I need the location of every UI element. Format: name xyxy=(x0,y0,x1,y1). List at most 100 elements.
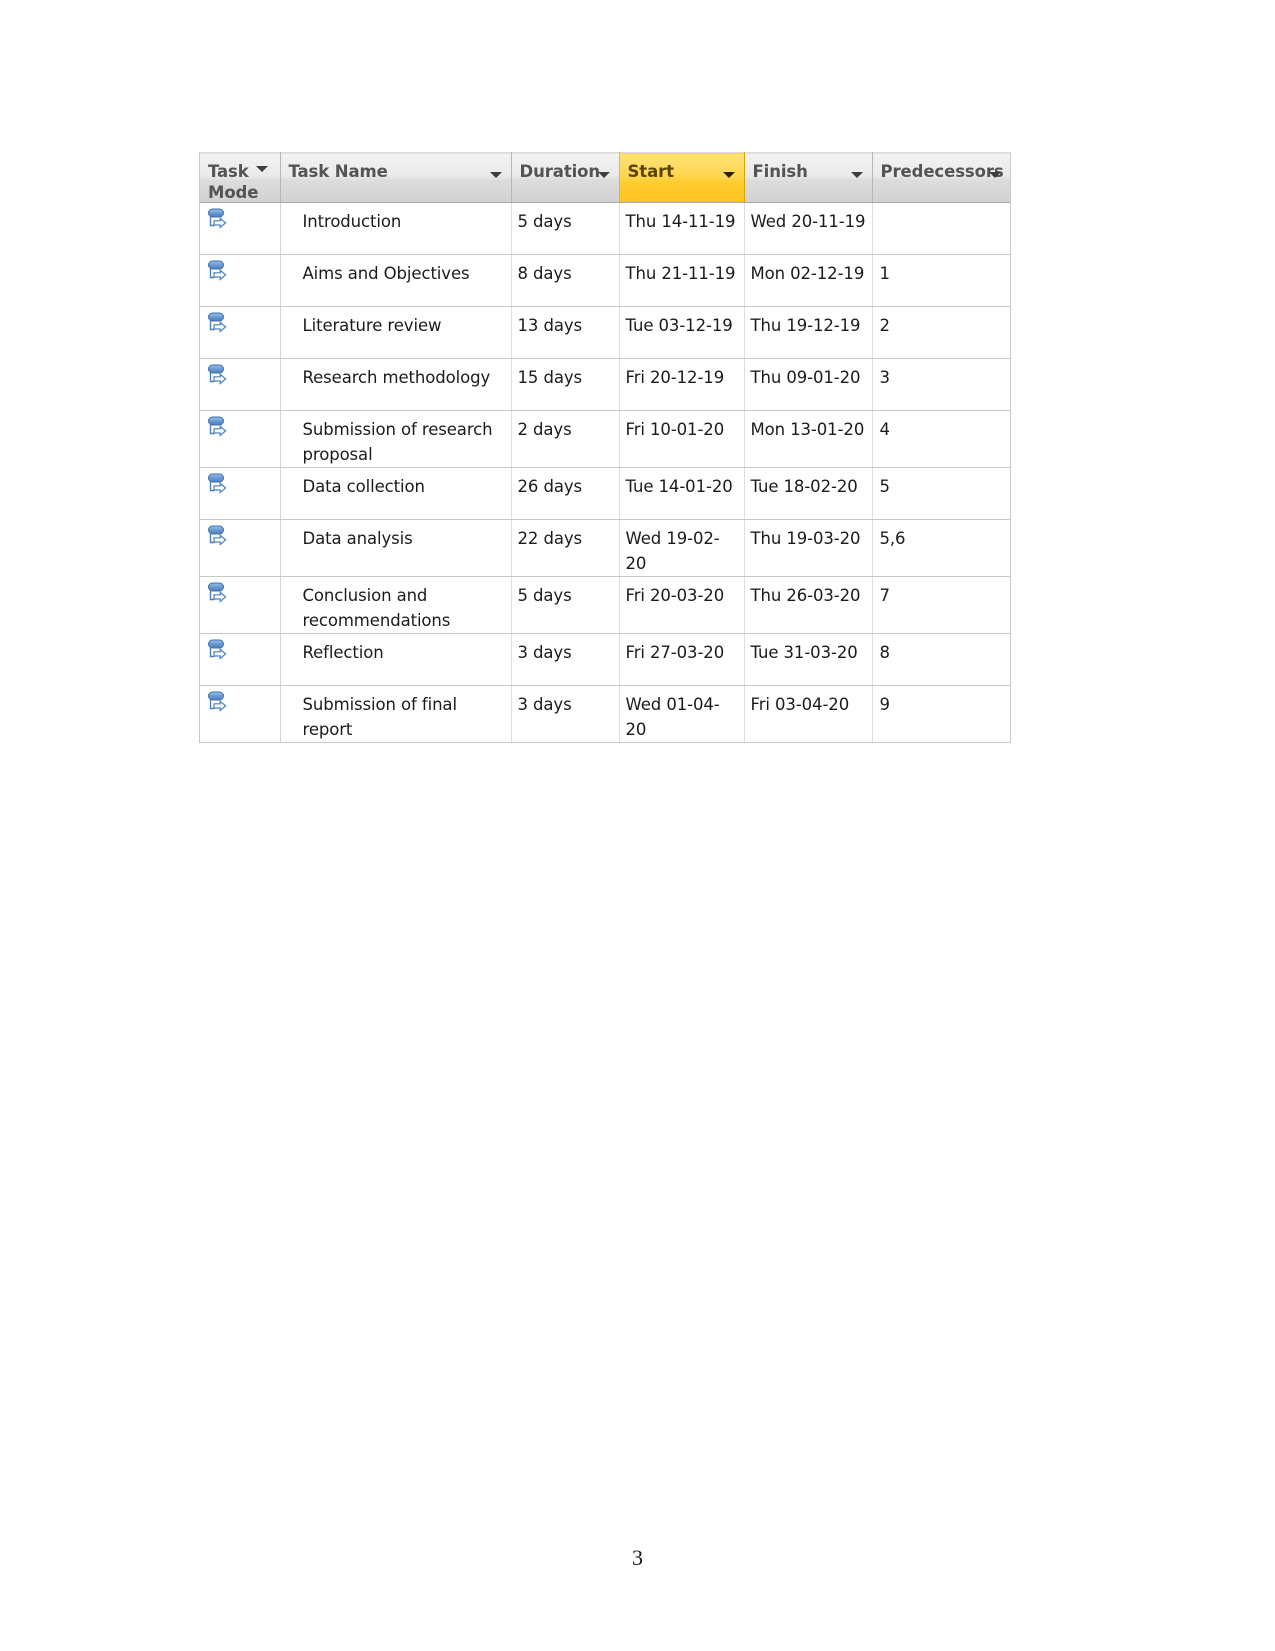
cell-finish[interactable]: Mon 13-01-20 xyxy=(744,410,873,468)
cell-task-mode[interactable] xyxy=(200,202,281,255)
table-row[interactable]: Research methodology 15 days Fri 20-12-19 T… xyxy=(200,358,1010,411)
cell-duration[interactable]: 26 days xyxy=(511,467,620,520)
table-row[interactable]: Introduction 5 days Thu 14-11-19 Wed 20-11-… xyxy=(200,202,1010,255)
column-header-start[interactable]: Start xyxy=(618,152,745,203)
task-name-text: Conclusion and recommendations xyxy=(302,586,451,630)
project-task-grid[interactable]: Task Mode Task Name Duration Start Finis… xyxy=(199,152,1011,743)
cell-predecessors[interactable]: 1 xyxy=(872,254,1010,307)
cell-task-name[interactable]: Introduction xyxy=(280,202,512,255)
cell-task-mode[interactable] xyxy=(200,633,281,686)
manually-scheduled-task-icon[interactable] xyxy=(207,525,231,551)
cell-finish[interactable]: Wed 20-11-19 xyxy=(744,202,873,255)
cell-start[interactable]: Fri 10-01-20 xyxy=(619,410,745,468)
manually-scheduled-task-icon[interactable] xyxy=(207,364,231,390)
column-header-duration[interactable]: Duration xyxy=(511,152,620,203)
cell-duration[interactable]: 2 days xyxy=(511,410,620,468)
cell-start[interactable]: Thu 14-11-19 xyxy=(619,202,745,255)
manually-scheduled-task-icon[interactable] xyxy=(207,260,231,286)
cell-predecessors[interactable]: 8 xyxy=(872,633,1010,686)
cell-task-mode[interactable] xyxy=(200,519,281,577)
chevron-down-icon[interactable] xyxy=(597,172,610,178)
cell-task-name[interactable]: Conclusion and recommendations xyxy=(280,576,512,634)
table-row[interactable]: Submission of research proposal 2 days Fri… xyxy=(200,410,1010,468)
manually-scheduled-task-icon[interactable] xyxy=(207,582,231,608)
cell-start[interactable]: Fri 27-03-20 xyxy=(619,633,745,686)
cell-predecessors[interactable]: 4 xyxy=(872,410,1010,468)
cell-predecessors[interactable]: 3 xyxy=(872,358,1010,411)
manually-scheduled-task-icon[interactable] xyxy=(207,473,231,499)
cell-duration[interactable]: 22 days xyxy=(511,519,620,577)
task-table: Task Mode Task Name Duration Start Finis… xyxy=(200,152,1010,743)
cell-predecessors[interactable]: 9 xyxy=(872,685,1010,743)
cell-duration[interactable]: 3 days xyxy=(511,685,620,743)
cell-start[interactable]: Fri 20-12-19 xyxy=(619,358,745,411)
manually-scheduled-task-icon[interactable] xyxy=(207,312,231,338)
cell-finish[interactable]: Thu 26-03-20 xyxy=(744,576,873,634)
cell-task-name[interactable]: Research methodology xyxy=(280,358,512,411)
cell-finish[interactable]: Tue 18-02-20 xyxy=(744,467,873,520)
table-row[interactable]: Literature review 13 days Tue 03-12-19 Thu … xyxy=(200,306,1010,359)
manually-scheduled-task-icon[interactable] xyxy=(207,691,231,717)
cell-task-mode[interactable] xyxy=(200,685,281,743)
cell-finish[interactable]: Mon 02-12-19 xyxy=(744,254,873,307)
cell-finish[interactable]: Thu 19-12-19 xyxy=(744,306,873,359)
column-header-predecessors[interactable]: Predecessors xyxy=(872,152,1010,203)
table-row[interactable]: Data collection 26 days Tue 14-01-20 Tue 18… xyxy=(200,467,1010,520)
cell-task-mode[interactable] xyxy=(200,467,281,520)
cell-task-name[interactable]: Data analysis xyxy=(280,519,512,577)
table-row[interactable]: Conclusion and recommendations 5 days Fri … xyxy=(200,576,1010,634)
cell-finish[interactable]: Thu 19-03-20 xyxy=(744,519,873,577)
table-row[interactable]: Submission of final report 3 days Wed 01-0… xyxy=(200,685,1010,743)
table-row[interactable]: Aims and Objectives 8 days Thu 21-11-19 Mon… xyxy=(200,254,1010,307)
cell-duration[interactable]: 5 days xyxy=(511,576,620,634)
manually-scheduled-task-icon[interactable] xyxy=(207,416,231,442)
cell-finish[interactable]: Tue 31-03-20 xyxy=(744,633,873,686)
cell-start[interactable]: Tue 14-01-20 xyxy=(619,467,745,520)
cell-predecessors[interactable] xyxy=(872,202,1010,255)
cell-task-mode[interactable] xyxy=(200,576,281,634)
manually-scheduled-task-icon[interactable] xyxy=(207,639,231,665)
cell-task-mode[interactable] xyxy=(200,410,281,468)
cell-task-name[interactable]: Literature review xyxy=(280,306,512,359)
cell-predecessors[interactable]: 2 xyxy=(872,306,1010,359)
cell-start[interactable]: Wed 19-02-20 xyxy=(619,519,745,577)
cell-start[interactable]: Fri 20-03-20 xyxy=(619,576,745,634)
cell-finish[interactable]: Fri 03-04-20 xyxy=(744,685,873,743)
cell-task-name[interactable]: Data collection xyxy=(280,467,512,520)
cell-task-mode[interactable] xyxy=(200,306,281,359)
cell-predecessors[interactable]: 5,6 xyxy=(872,519,1010,577)
chevron-down-icon[interactable] xyxy=(255,166,268,172)
cell-start[interactable]: Tue 03-12-19 xyxy=(619,306,745,359)
chevron-down-icon[interactable] xyxy=(489,172,502,178)
cell-duration[interactable]: 8 days xyxy=(511,254,620,307)
column-header-task-name[interactable]: Task Name xyxy=(280,152,512,203)
manually-scheduled-task-icon[interactable] xyxy=(207,208,231,234)
table-row[interactable]: Data analysis 22 days Wed 19-02-20 Thu 19-0… xyxy=(200,519,1010,577)
cell-task-mode[interactable] xyxy=(200,254,281,307)
duration-text: 22 days xyxy=(517,529,583,548)
column-header-finish[interactable]: Finish xyxy=(744,152,873,203)
cell-task-name[interactable]: Aims and Objectives xyxy=(280,254,512,307)
cell-finish[interactable]: Thu 09-01-20 xyxy=(744,358,873,411)
cell-predecessors[interactable]: 7 xyxy=(872,576,1010,634)
finish-text: Thu 26-03-20 xyxy=(750,586,861,605)
cell-predecessors[interactable]: 5 xyxy=(872,467,1010,520)
task-name-text: Submission of research proposal xyxy=(302,420,493,464)
table-row[interactable]: Reflection 3 days Fri 27-03-20 Tue 31-03-20… xyxy=(200,633,1010,686)
cell-duration[interactable]: 13 days xyxy=(511,306,620,359)
cell-duration[interactable]: 3 days xyxy=(511,633,620,686)
cell-task-mode[interactable] xyxy=(200,358,281,411)
cell-start[interactable]: Wed 01-04-20 xyxy=(619,685,745,743)
cell-task-name[interactable]: Reflection xyxy=(280,633,512,686)
cell-duration[interactable]: 15 days xyxy=(511,358,620,411)
finish-text: Tue 31-03-20 xyxy=(750,643,858,662)
cell-start[interactable]: Thu 21-11-19 xyxy=(619,254,745,307)
cell-task-name[interactable]: Submission of final report xyxy=(280,685,512,743)
chevron-down-icon[interactable] xyxy=(722,172,735,178)
cell-duration[interactable]: 5 days xyxy=(511,202,620,255)
chevron-down-icon[interactable] xyxy=(850,172,863,178)
cell-task-name[interactable]: Submission of research proposal xyxy=(280,410,512,468)
chevron-down-icon[interactable] xyxy=(988,172,1001,178)
duration-text: 5 days xyxy=(517,212,572,231)
column-header-task-mode[interactable]: Task Mode xyxy=(200,152,281,203)
